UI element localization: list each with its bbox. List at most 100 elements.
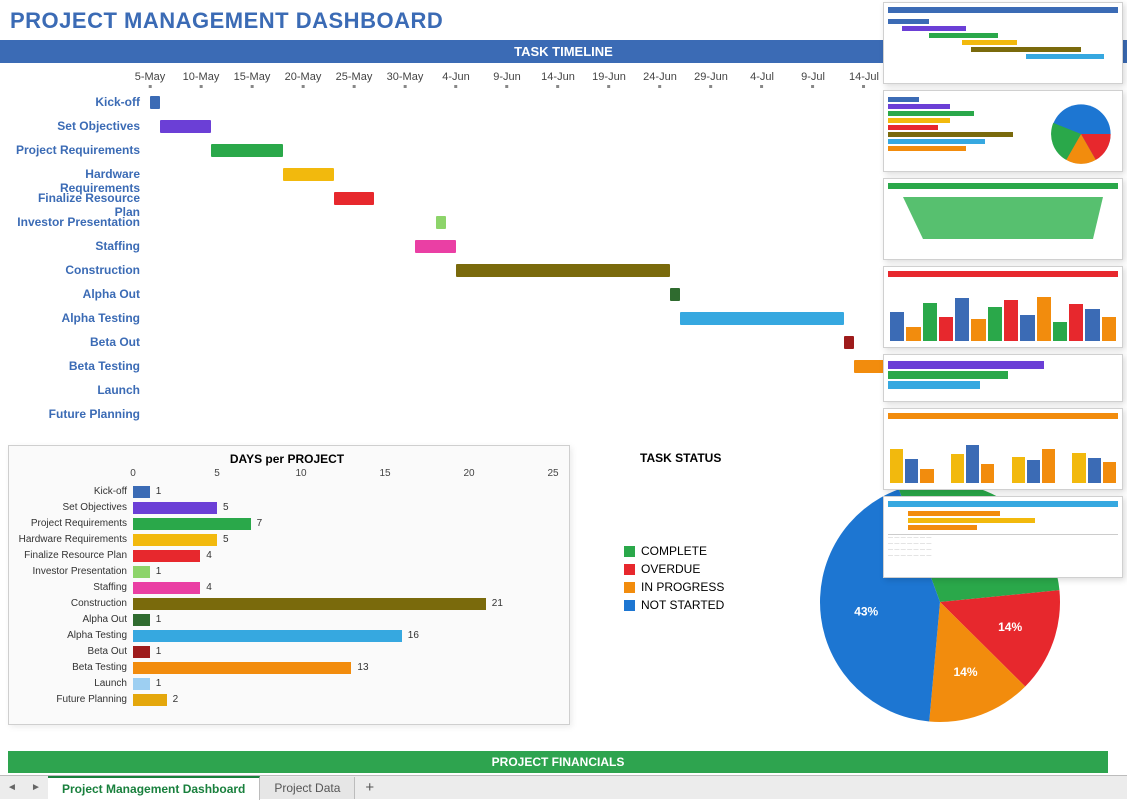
- legend-label: OVERDUE: [641, 562, 700, 576]
- thumb-funnel[interactable]: [883, 178, 1123, 260]
- gantt-bar: [670, 288, 680, 301]
- days-row: Alpha Testing16: [15, 628, 559, 644]
- gantt-row: Alpha Testing: [10, 307, 890, 331]
- preview-thumbnails: — — — — — — —— — — — — — —— — — — — — ——…: [883, 2, 1123, 578]
- legend-item: COMPLETE: [624, 544, 724, 558]
- gantt-task-label: Alpha Testing: [10, 311, 140, 325]
- gantt-bar: [211, 144, 282, 157]
- thumb-gantt[interactable]: [883, 2, 1123, 84]
- pie-slice-label: 43%: [854, 605, 878, 619]
- days-value: 1: [156, 614, 162, 625]
- gantt-bar: [436, 216, 446, 229]
- days-value: 1: [156, 566, 162, 577]
- sheet-tabs: ◄ ► Project Management Dashboard Project…: [0, 775, 1127, 799]
- days-row: Hardware Requirements 5: [15, 532, 559, 548]
- days-value: 13: [357, 662, 368, 673]
- days-label: Investor Presentation: [15, 566, 127, 577]
- thumb-columns[interactable]: [883, 266, 1123, 348]
- days-bar: [133, 598, 486, 610]
- days-tick: 15: [379, 468, 390, 479]
- thumb-days-pie[interactable]: [883, 90, 1123, 172]
- gantt-task-label: Beta Out: [10, 335, 140, 349]
- days-bar: [133, 614, 150, 626]
- days-value: 4: [206, 582, 212, 593]
- days-row: Investor Presentation 1: [15, 564, 559, 580]
- gantt-bar: [160, 120, 211, 133]
- days-value: 1: [156, 646, 162, 657]
- days-label: Hardware Requirements: [15, 534, 127, 545]
- gantt-task-label: Alpha Out: [10, 287, 140, 301]
- gantt-row: Beta Testing: [10, 355, 890, 379]
- legend-label: NOT STARTED: [641, 598, 724, 612]
- thumb-grouped[interactable]: [883, 408, 1123, 490]
- days-bar: [133, 694, 167, 706]
- gantt-row: Construction: [10, 259, 890, 283]
- days-bar: [133, 518, 251, 530]
- gantt-task-label: Set Objectives: [10, 119, 140, 133]
- days-label: Launch: [15, 678, 127, 689]
- gantt-task-label: Future Planning: [10, 407, 140, 421]
- days-value: 5: [223, 534, 229, 545]
- gantt-task-label: Staffing: [10, 239, 140, 253]
- gantt-tick: 15-May: [234, 71, 271, 88]
- days-value: 2: [173, 694, 179, 705]
- days-label: Project Requirements: [15, 518, 127, 529]
- gantt-task-label: Launch: [10, 383, 140, 397]
- gantt-tick: 4-Jun: [442, 71, 470, 88]
- days-label: Alpha Testing: [15, 630, 127, 641]
- days-tick: 5: [214, 468, 220, 479]
- days-row: Kick-off1: [15, 484, 559, 500]
- gantt-tick: 30-May: [387, 71, 424, 88]
- days-row: Set Objectives5: [15, 500, 559, 516]
- gantt-row: Launch: [10, 379, 890, 403]
- gantt-row: Set Objectives: [10, 115, 890, 139]
- tab-nav-next[interactable]: ►: [24, 782, 48, 793]
- days-bar: [133, 662, 351, 674]
- legend-swatch: [624, 582, 635, 593]
- days-bar: [133, 678, 150, 690]
- gantt-tick: 9-Jun: [493, 71, 521, 88]
- task-status-legend: COMPLETE OVERDUE IN PROGRESS NOT STARTED: [624, 540, 724, 616]
- days-tick: 0: [130, 468, 136, 479]
- gantt-row: Future Planning: [10, 403, 890, 427]
- gantt-tick: 20-May: [285, 71, 322, 88]
- legend-item: OVERDUE: [624, 562, 724, 576]
- gantt-chart: 5-May10-May15-May20-May25-May30-May4-Jun…: [10, 71, 890, 441]
- gantt-bar: [283, 168, 334, 181]
- legend-item: IN PROGRESS: [624, 580, 724, 594]
- gantt-tick: 14-Jul: [849, 71, 879, 88]
- gantt-row: Staffing: [10, 235, 890, 259]
- thumb-table[interactable]: — — — — — — —— — — — — — —— — — — — — ——…: [883, 496, 1123, 578]
- pie-slice-label: 14%: [953, 665, 977, 679]
- days-tick: 25: [547, 468, 558, 479]
- days-x-axis: 0510152025: [133, 468, 559, 484]
- days-row: Project Requirements 7: [15, 516, 559, 532]
- tab-project-data[interactable]: Project Data: [260, 777, 355, 799]
- days-value: 7: [257, 518, 263, 529]
- legend-label: COMPLETE: [641, 544, 707, 558]
- days-per-project-panel: DAYS per PROJECT 0510152025 Kick-off1Set…: [8, 445, 570, 725]
- days-row: Construction21: [15, 596, 559, 612]
- days-label: Finalize Resource Plan: [15, 550, 127, 561]
- days-bar: [133, 566, 150, 578]
- gantt-tick: 14-Jun: [541, 71, 575, 88]
- days-bar: [133, 630, 402, 642]
- days-bar: [133, 550, 200, 562]
- gantt-row: Alpha Out: [10, 283, 890, 307]
- gantt-tick: 5-May: [135, 71, 166, 88]
- legend-swatch: [624, 564, 635, 575]
- gantt-tick: 4-Jul: [750, 71, 774, 88]
- days-value: 1: [156, 678, 162, 689]
- add-sheet-button[interactable]: +: [355, 779, 384, 796]
- gantt-row: Investor Presentation: [10, 211, 890, 235]
- thumb-progress[interactable]: [883, 354, 1123, 402]
- tab-dashboard[interactable]: Project Management Dashboard: [48, 776, 260, 800]
- days-label: Kick-off: [15, 486, 127, 497]
- tab-nav-prev[interactable]: ◄: [0, 782, 24, 793]
- days-label: Alpha Out: [15, 614, 127, 625]
- days-bar: [133, 582, 200, 594]
- days-bar: [133, 502, 217, 514]
- gantt-row: Finalize Resource Plan: [10, 187, 890, 211]
- days-label: Construction: [15, 598, 127, 609]
- gantt-task-label: Investor Presentation: [10, 215, 140, 229]
